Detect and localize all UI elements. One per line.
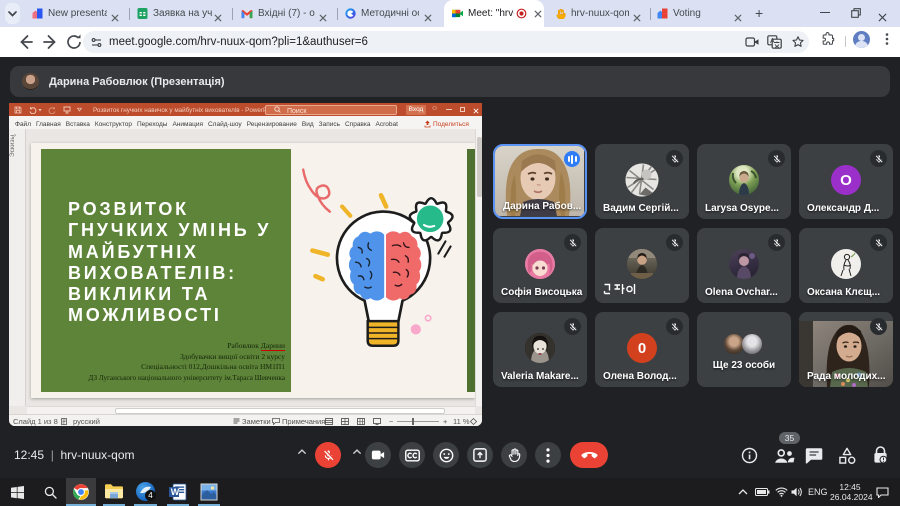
svg-text:A: A (770, 38, 775, 45)
svg-text:W: W (171, 487, 180, 497)
